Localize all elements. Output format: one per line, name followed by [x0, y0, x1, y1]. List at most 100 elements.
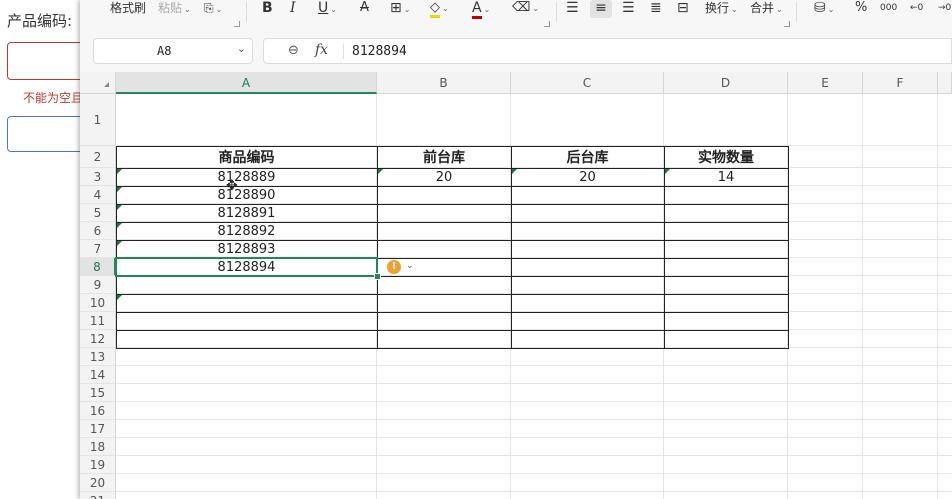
row-header-21[interactable]: 21: [80, 492, 116, 499]
table-cell[interactable]: 20: [377, 168, 511, 186]
strikethrough-button[interactable]: A: [360, 0, 369, 16]
row-header-17[interactable]: 17: [80, 420, 116, 438]
paste-label: 粘贴: [158, 1, 183, 15]
row-header-19[interactable]: 19: [80, 456, 116, 474]
clear-format-button[interactable]: ⌫ ⌄: [512, 0, 539, 16]
row-header-10[interactable]: 10: [80, 294, 116, 312]
grid-line-horizontal: [116, 401, 952, 402]
column-header-partial[interactable]: [938, 72, 952, 94]
table-cell[interactable]: 14: [664, 168, 788, 186]
table-cell[interactable]: 8128891: [116, 204, 377, 222]
table-cell[interactable]: 20: [511, 168, 664, 186]
select-all-corner[interactable]: [80, 72, 116, 94]
align-right-button[interactable]: ☰: [622, 0, 635, 16]
clipboard-icon: ⎘: [204, 1, 214, 15]
zoom-search-icon[interactable]: ⊖: [288, 43, 299, 58]
chevron-down-icon: ⌄: [442, 4, 449, 13]
chevron-down-icon: ⌄: [532, 4, 540, 13]
row-header-15[interactable]: 15: [80, 384, 116, 402]
warning-icon[interactable]: !: [387, 260, 401, 274]
clipboard-button[interactable]: ⎘ ⌄: [204, 0, 222, 16]
thousands-separator-button[interactable]: 000: [880, 0, 897, 16]
row-header-11[interactable]: 11: [80, 312, 116, 330]
font-color-button[interactable]: A ⌄: [472, 0, 490, 19]
text-number-indicator-icon: [665, 169, 670, 174]
clipboard-dialog-launcher[interactable]: [234, 21, 240, 27]
borders-button[interactable]: ⊞ ⌄: [390, 0, 410, 16]
formula-input[interactable]: ⊖ fx 8128894: [263, 38, 952, 64]
table-header-cell[interactable]: 实物数量: [664, 146, 788, 168]
name-box[interactable]: A8 ⌄: [93, 38, 253, 64]
row-header-20[interactable]: 20: [80, 474, 116, 492]
table-header-cell[interactable]: 商品编码: [116, 146, 377, 168]
cell-area[interactable]: 商品编码 前台库 后台库 实物数量 8128889 20 20 14 8128890 812889…: [115, 94, 952, 499]
row-header-13[interactable]: 13: [80, 348, 116, 366]
table-border-horizontal: [116, 294, 788, 295]
table-header-cell[interactable]: 后台库: [511, 146, 664, 168]
align-center-button[interactable]: ≡: [590, 0, 612, 18]
column-header-f[interactable]: F: [863, 72, 938, 94]
decrease-decimal-button[interactable]: →0: [938, 0, 951, 16]
merge-button[interactable]: 合并 ⌄: [750, 0, 783, 16]
chevron-down-icon[interactable]: ⌄: [406, 261, 414, 271]
column-header-e[interactable]: E: [788, 72, 863, 94]
row-header-6[interactable]: 6: [80, 222, 116, 240]
name-box-value: A8: [157, 44, 172, 58]
column-header-a[interactable]: A: [116, 72, 377, 94]
table-cell[interactable]: 8128890: [116, 186, 377, 204]
column-header-c[interactable]: C: [511, 72, 664, 94]
grid-line-horizontal: [116, 473, 952, 474]
row-header-1[interactable]: 1: [80, 94, 116, 146]
bold-button[interactable]: B: [262, 0, 273, 16]
function-button[interactable]: fx: [315, 42, 328, 58]
table-cell[interactable]: 8128892: [116, 222, 377, 240]
eraser-icon: ⌫: [512, 0, 531, 15]
alignment-dialog-launcher[interactable]: [784, 21, 790, 27]
increase-decimal-button[interactable]: ←0: [910, 0, 923, 16]
align-left-button[interactable]: ☰: [566, 0, 579, 16]
wrap-text-button[interactable]: 换行 ⌄: [705, 0, 738, 16]
text-number-indicator-icon: [378, 169, 383, 174]
row-header-4[interactable]: 4: [80, 186, 116, 204]
row-header-5[interactable]: 5: [80, 204, 116, 222]
font-dialog-launcher[interactable]: [544, 21, 550, 27]
row-header-12[interactable]: 12: [80, 330, 116, 348]
paste-button[interactable]: 粘贴 ⌄: [158, 0, 191, 16]
grid-line-vertical: [862, 94, 863, 499]
merge-label: 合并: [750, 1, 775, 15]
column-header-b[interactable]: B: [377, 72, 511, 94]
number-format-button[interactable]: ⛁ ⌄: [814, 0, 834, 16]
table-header-cell[interactable]: 前台库: [377, 146, 511, 168]
selected-cell-a8[interactable]: [115, 257, 378, 277]
row-header-16[interactable]: 16: [80, 402, 116, 420]
secondary-input[interactable]: [7, 116, 80, 152]
italic-button[interactable]: I: [290, 0, 296, 16]
row-header-2[interactable]: 2: [80, 146, 116, 168]
row-header-8[interactable]: 8: [80, 258, 116, 276]
grid-line-horizontal: [116, 383, 952, 384]
row-header-3[interactable]: 3: [80, 168, 116, 186]
spreadsheet-grid[interactable]: ABCDEF 123456789101112131415161718192021…: [80, 72, 952, 499]
formula-bar: A8 ⌄ ⊖ fx 8128894: [80, 30, 952, 72]
chevron-down-icon[interactable]: ⌄: [237, 42, 246, 55]
text-number-indicator-icon: [512, 169, 517, 174]
fill-handle[interactable]: [374, 273, 381, 280]
table-cell[interactable]: 8128889: [116, 168, 377, 186]
text-number-indicator-icon: [117, 223, 122, 228]
underline-label: U: [318, 0, 329, 16]
row-header-18[interactable]: 18: [80, 438, 116, 456]
underline-button[interactable]: U ⌄: [318, 0, 337, 16]
format-painter-button[interactable]: 格式刷: [110, 0, 146, 16]
justify-button[interactable]: ≣: [650, 0, 662, 16]
row-header-7[interactable]: 7: [80, 240, 116, 258]
fill-color-button[interactable]: ◇ ⌄: [430, 0, 449, 18]
divider: [556, 2, 557, 22]
column-header-d[interactable]: D: [664, 72, 788, 94]
chevron-down-icon: ⌄: [731, 5, 738, 14]
percent-button[interactable]: %: [855, 0, 867, 16]
product-code-input[interactable]: [7, 42, 80, 80]
row-header-9[interactable]: 9: [80, 276, 116, 294]
vertical-align-button[interactable]: ⊟: [677, 0, 689, 16]
table-cell[interactable]: 8128893: [116, 240, 377, 258]
row-header-14[interactable]: 14: [80, 366, 116, 384]
